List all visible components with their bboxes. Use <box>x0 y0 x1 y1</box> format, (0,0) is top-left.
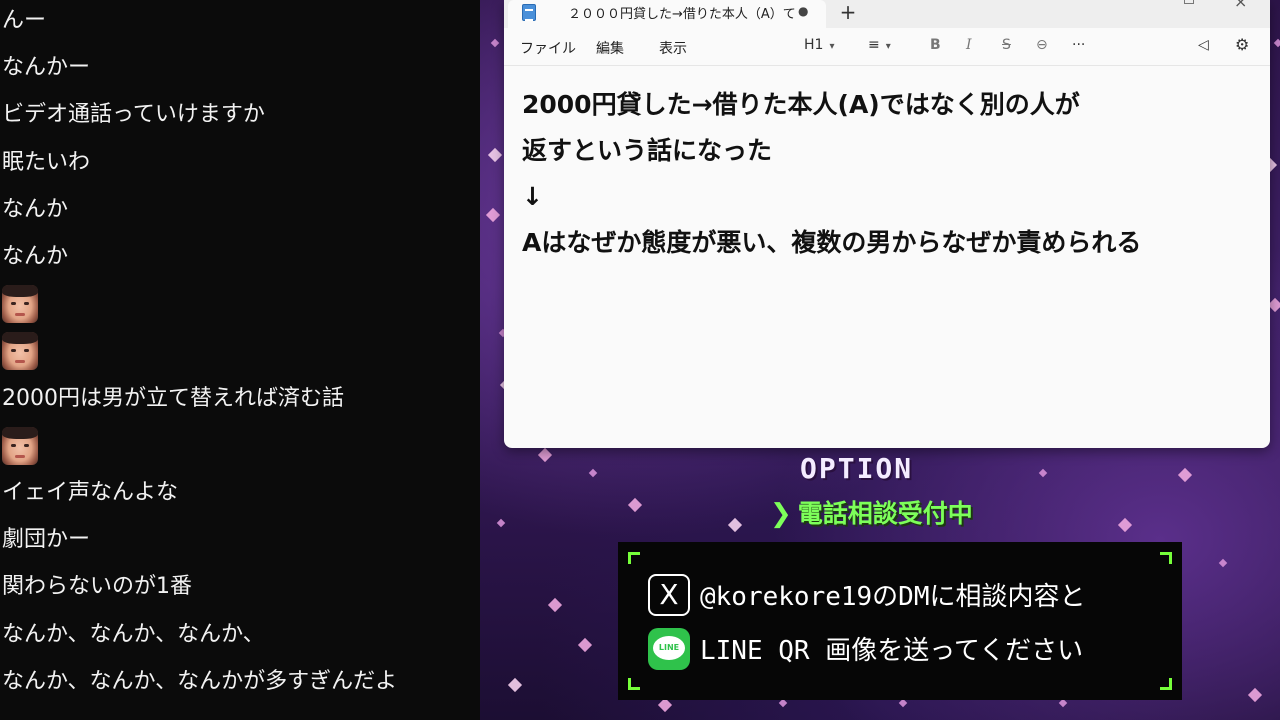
sakura-petal <box>657 697 673 713</box>
chat-avatar <box>2 285 38 323</box>
copilot-icon[interactable]: ◁ <box>1198 37 1209 53</box>
italic-button[interactable]: I <box>966 37 972 53</box>
more-button[interactable]: ··· <box>1072 37 1085 53</box>
sakura-petal <box>727 517 743 533</box>
line-logo-label: LINE <box>653 636 685 660</box>
sakura-petal <box>496 518 506 528</box>
sakura-petal <box>507 677 523 693</box>
notepad-window: ２０００円貸した→借りた本人（A）て ● + × ファイル 編集 表示 H1 ▾ … <box>504 0 1270 448</box>
line-logo-icon: LINE <box>648 628 690 670</box>
heading-dropdown[interactable]: H1 ▾ <box>804 37 834 53</box>
editor-line: 返すという話になった <box>522 136 773 165</box>
chevron-down-icon: ▾ <box>829 41 835 52</box>
sakura-petal <box>577 637 593 653</box>
chat-message: イェイ声なんよな <box>2 480 179 505</box>
sakura-petal <box>1273 38 1280 48</box>
chat-avatar <box>2 427 38 465</box>
unsaved-dot-icon[interactable]: ● <box>798 4 808 18</box>
chevron-down-icon: ▾ <box>885 41 891 52</box>
document-tab[interactable]: ２０００円貸した→借りた本人（A）て ● <box>508 0 826 28</box>
list-dropdown[interactable]: ≡ ▾ <box>868 37 891 53</box>
phone-consultation: ❯ 電話相談受付中 <box>770 496 973 532</box>
frame-corner <box>1160 678 1172 690</box>
line-qr-text: LINE QR 画像を送ってください <box>700 636 1084 666</box>
sakura-petal <box>1218 558 1228 568</box>
phone-consultation-text: 電話相談受付中 <box>797 499 973 528</box>
chat-message: なんか <box>2 244 69 269</box>
link-button[interactable]: ⊖ <box>1036 37 1048 53</box>
x-dm-text: @korekore19のDMに相談内容と <box>700 582 1086 612</box>
editor-line: ↓ <box>522 182 543 211</box>
sakura-petal <box>898 698 908 708</box>
menu-view[interactable]: 表示 <box>659 38 687 58</box>
bold-button[interactable]: B <box>930 37 941 53</box>
chat-message: なんか、なんか、なんか、 <box>2 622 265 647</box>
sakura-petal <box>1177 467 1193 483</box>
sakura-petal <box>485 207 501 223</box>
editor-line: Aはなぜか態度が悪い、複数の男からなぜか責められる <box>522 228 1142 257</box>
sakura-petal <box>547 597 563 613</box>
tab-title: ２０００円貸した→借りた本人（A）て <box>568 7 796 22</box>
sakura-petal <box>490 38 500 48</box>
chat-message: なんかー <box>2 55 91 80</box>
menu-file[interactable]: ファイル <box>520 38 576 58</box>
chat-message: んー <box>2 8 47 33</box>
sakura-petal <box>537 447 553 463</box>
close-icon[interactable]: × <box>1234 0 1247 11</box>
sakura-petal <box>1247 687 1263 703</box>
title-bar: ２０００円貸した→借りた本人（A）て ● + × <box>504 0 1270 28</box>
chat-message: なんか <box>2 197 69 222</box>
menu-edit[interactable]: 編集 <box>596 38 624 58</box>
chat-message: 2000円は男が立て替えれば済む話 <box>2 386 344 411</box>
chat-message: 劇団かー <box>2 527 91 552</box>
sakura-petal <box>588 468 598 478</box>
chat-message: ビデオ通話っていけますか <box>2 102 265 127</box>
new-tab-button[interactable]: + <box>838 0 858 24</box>
x-logo-icon: X <box>648 574 690 616</box>
sakura-petal <box>627 497 643 513</box>
editor-line: 2000円貸した→借りた本人(A)ではなく別の人が <box>522 90 1080 119</box>
frame-corner <box>1160 552 1172 564</box>
chat-avatar <box>2 332 38 370</box>
arrow-right-icon: ❯ <box>770 499 792 529</box>
sakura-petal <box>778 698 788 708</box>
sakura-petal <box>487 147 503 163</box>
heading-label: H1 <box>804 37 824 53</box>
chat-message: 眠たいわ <box>2 150 91 175</box>
contact-info-box: X @korekore19のDMに相談内容と LINE LINE QR 画像を送… <box>618 542 1182 700</box>
sakura-petal <box>1038 468 1048 478</box>
chat-message: 関わらないのが1番 <box>2 574 192 599</box>
sakura-petal <box>1117 517 1133 533</box>
sakura-petal <box>1058 698 1068 708</box>
notepad-icon <box>522 4 536 21</box>
option-title: OPTION <box>800 452 914 485</box>
maximize-icon[interactable] <box>1184 0 1194 4</box>
frame-corner <box>628 678 640 690</box>
menu-bar: ファイル 編集 表示 H1 ▾ ≡ ▾ B I S ⊖ ··· ◁ ⚙ <box>504 28 1270 66</box>
text-editor[interactable]: 2000円貸した→借りた本人(A)ではなく別の人が 返すという話になった ↓ Aはなぜ… <box>522 82 1252 266</box>
list-icon: ≡ <box>868 37 880 53</box>
chat-message: なんか、なんか、なんかが多すぎんだよ <box>2 669 398 694</box>
settings-gear-icon[interactable]: ⚙ <box>1235 35 1249 54</box>
frame-corner <box>628 552 640 564</box>
strikethrough-button[interactable]: S <box>1002 37 1011 53</box>
chat-panel: んー なんかー ビデオ通話っていけますか 眠たいわ なんか なんか 2000円は男が立て替え… <box>0 0 480 720</box>
